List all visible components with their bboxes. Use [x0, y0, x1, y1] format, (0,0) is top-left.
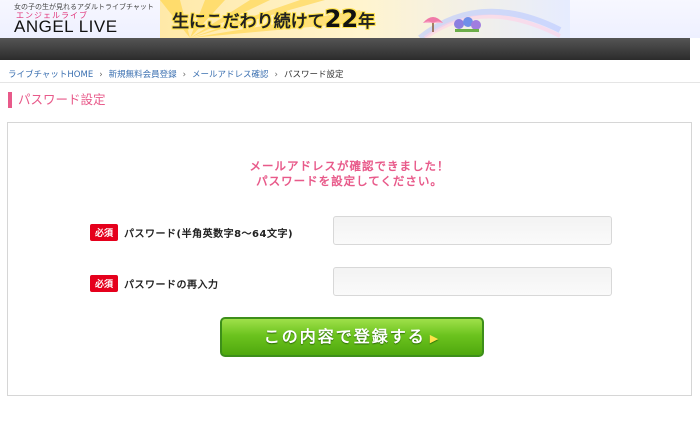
banner-headline: 生にこだわり続けて22年 — [172, 4, 375, 34]
submit-label: この内容で登録する — [263, 327, 426, 346]
banner-text-post: 年 — [358, 12, 376, 32]
breadcrumb: ライブチャットHOME › 新規無料会員登録 › メールアドレス確認 › パスワード設定 — [8, 68, 343, 80]
password-input[interactable] — [333, 216, 612, 245]
required-badge: 必須 — [90, 274, 119, 292]
password-form-panel: メールアドレスが確認できました！ パスワードを設定してください。 必須 パスワー… — [7, 122, 692, 396]
password-confirm-input[interactable] — [333, 267, 612, 296]
breadcrumb-separator: › — [274, 70, 278, 80]
breadcrumb-current: パスワード設定 — [283, 70, 344, 80]
global-nav-bar — [0, 38, 690, 60]
breadcrumb-registration-link[interactable]: 新規無料会員登録 — [109, 70, 177, 80]
umbrella-icon — [423, 17, 443, 32]
arrow-right-icon: ▶ — [429, 332, 441, 345]
site-logo[interactable]: ANGEL LIVE — [14, 17, 118, 37]
banner-text-pre: 生にこだわり続けて — [172, 12, 325, 32]
hydrangea-icon — [454, 17, 481, 32]
required-badge: 必須 — [90, 223, 119, 241]
banner-text-number: 22 — [324, 5, 359, 33]
password-confirm-row: 必須 パスワードの再入力 — [90, 274, 219, 292]
password-confirm-label: パスワードの再入力 — [124, 279, 219, 291]
site-header: 女の子の生が見れるアダルトライブチャット エンジェルライブ ANGEL LIVE… — [0, 0, 700, 38]
password-row: 必須 パスワード(半角英数字8〜64文字) — [90, 223, 293, 241]
breadcrumb-separator: › — [99, 70, 103, 80]
page-title: パスワード設定 — [8, 92, 106, 108]
confirmation-message-line1: メールアドレスが確認できました！ — [249, 159, 450, 173]
confirmation-message-line2: パスワードを設定してください。 — [256, 174, 443, 188]
register-submit-button[interactable]: この内容で登録する ▶ — [220, 317, 484, 357]
breadcrumb-divider — [0, 82, 700, 83]
password-label: パスワード(半角英数字8〜64文字) — [124, 228, 294, 240]
breadcrumb-separator: › — [182, 70, 187, 80]
breadcrumb-email-confirm-link[interactable]: メールアドレス確認 — [192, 70, 269, 80]
breadcrumb-home-link[interactable]: ライブチャットHOME — [8, 70, 93, 80]
